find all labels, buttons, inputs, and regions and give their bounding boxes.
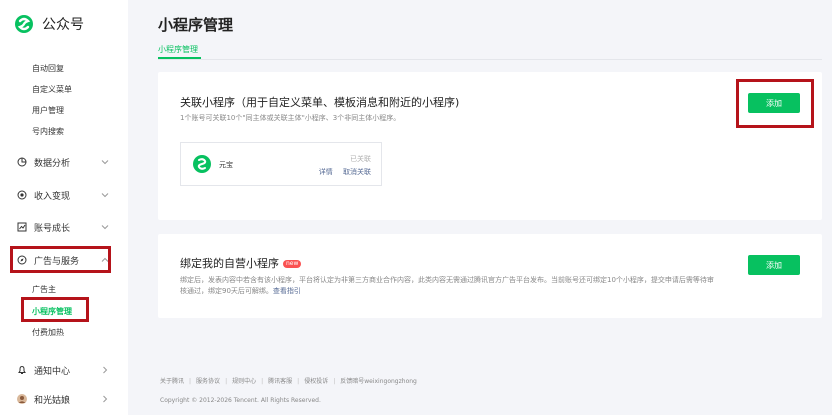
- sidebar-item-account[interactable]: 和光姑娘: [17, 390, 109, 408]
- details-link[interactable]: 详情: [319, 168, 333, 176]
- sidebar-item-advertiser[interactable]: 广告主: [32, 284, 56, 295]
- sidebar-item-paid-boost[interactable]: 付费加热: [32, 327, 64, 338]
- sidebar-item-label: 和光姑娘: [34, 395, 71, 406]
- yuanbao-logo-icon: [193, 155, 211, 173]
- sidebar-item-label: 数据分析: [34, 158, 71, 169]
- footer-link[interactable]: 反馈暗号weixingongzhong: [340, 378, 417, 385]
- brand-name: 公众号: [42, 17, 84, 33]
- sidebar-item-mini-program-management[interactable]: 小程序管理: [32, 306, 72, 317]
- sidebar-item-label: 账号成长: [34, 223, 71, 234]
- tab-mini-program-management[interactable]: 小程序管理: [158, 44, 198, 55]
- footer-link[interactable]: 服务协议: [196, 378, 220, 385]
- sidebar-item-label: 收入变现: [34, 191, 71, 202]
- pie-chart-icon: [17, 157, 27, 167]
- copyright: Copyright © 2012-2026 Tencent. All Right…: [160, 397, 321, 404]
- card-description: 1个账号可关联10个"同主体或关联主体"小程序、3个非同主体小程序。: [180, 114, 401, 122]
- view-guide-link[interactable]: 查看指引: [273, 287, 301, 295]
- mini-program-actions: 详情 取消关联: [311, 167, 371, 177]
- chevron-down-icon: [101, 160, 109, 165]
- unlink-link[interactable]: 取消关联: [343, 168, 371, 176]
- mini-program-name: 元宝: [219, 161, 233, 169]
- linked-mini-programs-card: 关联小程序（用于自定义菜单、模板消息和附近的小程序) 1个账号可关联10个"同主…: [158, 72, 822, 220]
- sidebar: 公众号 自动回复 自定义菜单 用户管理 号内搜索 数据分析 收入变现 账号成长: [0, 0, 128, 415]
- card-title: 绑定我的自营小程序: [180, 257, 279, 270]
- chevron-down-icon: [101, 225, 109, 230]
- card-description-text: 绑定后，发表内容中若含有该小程序，平台将认定为非第三方商业合作内容，此类内容无需…: [180, 276, 714, 295]
- card-description: 绑定后，发表内容中若含有该小程序，平台将认定为非第三方商业合作内容，此类内容无需…: [180, 275, 714, 297]
- footer-link[interactable]: 侵权投诉: [304, 378, 328, 385]
- growth-chart-icon: [17, 222, 27, 232]
- avatar-icon: [17, 394, 27, 404]
- footer-link[interactable]: 规则中心: [232, 378, 256, 385]
- sidebar-item-label: 广告与服务: [34, 256, 80, 267]
- bell-icon: [18, 365, 26, 374]
- mini-program-status: 已关联: [350, 155, 371, 163]
- chevron-up-icon: [101, 257, 109, 262]
- chevron-right-icon: [103, 395, 108, 403]
- brand-logo[interactable]: 公众号: [14, 14, 84, 34]
- page-title: 小程序管理: [158, 16, 234, 34]
- chevron-down-icon: [101, 193, 109, 198]
- sidebar-item-notification-center[interactable]: 通知中心: [17, 361, 109, 379]
- sidebar-item-data-analysis[interactable]: 数据分析: [17, 153, 109, 171]
- new-badge: new: [283, 260, 302, 268]
- tab-divider: [158, 59, 822, 60]
- coin-icon: [17, 190, 27, 200]
- footer-link[interactable]: 腾讯客服: [268, 378, 292, 385]
- sidebar-item-user-management[interactable]: 用户管理: [32, 105, 64, 116]
- sidebar-item-custom-menu[interactable]: 自定义菜单: [32, 84, 72, 95]
- sidebar-item-search[interactable]: 号内搜索: [32, 126, 64, 137]
- wechat-official-account-logo-icon: [15, 15, 33, 33]
- add-linked-mini-program-button[interactable]: 添加: [748, 93, 800, 113]
- sidebar-item-ads-and-services[interactable]: 广告与服务: [17, 251, 109, 269]
- sidebar-item-auto-reply[interactable]: 自动回复: [32, 63, 64, 74]
- linked-mini-program-item: 元宝 已关联 详情 取消关联: [180, 142, 382, 186]
- card-title: 关联小程序（用于自定义菜单、模板消息和附近的小程序): [180, 96, 460, 109]
- footer-link[interactable]: 关于腾讯: [160, 378, 184, 385]
- sidebar-item-monetization[interactable]: 收入变现: [17, 186, 109, 204]
- chevron-right-icon: [103, 366, 108, 374]
- card-title-row: 绑定我的自营小程序 new: [180, 255, 302, 271]
- footer-links: 关于腾讯 | 服务协议 | 规则中心 | 腾讯客服 | 侵权投诉 | 反馈暗号weixingongz…: [160, 378, 417, 385]
- sidebar-item-account-growth[interactable]: 账号成长: [17, 218, 109, 236]
- add-self-operated-mini-program-button[interactable]: 添加: [748, 255, 800, 275]
- self-operated-mini-program-card: 绑定我的自营小程序 new 绑定后，发表内容中若含有该小程序，平台将认定为非第三方…: [158, 234, 822, 318]
- sidebar-item-label: 通知中心: [34, 366, 71, 377]
- compass-icon: [17, 255, 27, 265]
- main-content: 小程序管理 小程序管理 关联小程序（用于自定义菜单、模板消息和附近的小程序) 1…: [128, 0, 832, 415]
